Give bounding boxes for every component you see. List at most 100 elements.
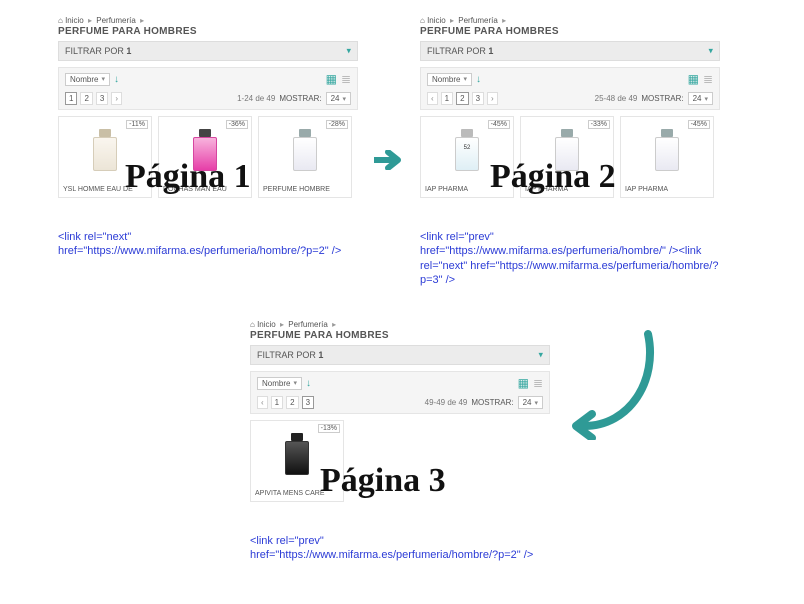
home-icon: ⌂ (58, 16, 63, 25)
discount-badge: -45% (488, 120, 510, 129)
per-page-value: 24 (331, 94, 340, 103)
breadcrumb-home[interactable]: Inicio (257, 320, 276, 329)
sort-label: Nombre (70, 75, 98, 84)
discount-badge: -33% (588, 120, 610, 129)
breadcrumb: ⌂ Inicio ▸ Perfumería ▸ (420, 16, 720, 25)
page-1-link[interactable]: 1 (65, 92, 77, 105)
results-count: 49-49 de 49 (425, 398, 468, 407)
page-3-link[interactable]: 3 (472, 92, 484, 105)
page-3-link[interactable]: 3 (96, 92, 108, 105)
page-title: PERFUME PARA HOMBRES (420, 26, 720, 37)
page-2-link[interactable]: 2 (286, 396, 298, 409)
product-card[interactable]: -45% IAP PHARMA (620, 116, 714, 198)
filter-count: 1 (488, 46, 493, 56)
page-1-link[interactable]: 1 (441, 92, 453, 105)
home-icon: ⌂ (420, 16, 425, 25)
prev-page-icon[interactable]: ‹ (257, 396, 268, 409)
sort-select[interactable]: Nombre ▾ (257, 377, 302, 390)
list-view-icon[interactable]: ≣ (533, 376, 543, 390)
grid-view-icon[interactable]: ▦ (688, 72, 699, 86)
bottle-label: 52 (454, 145, 480, 151)
grid-view-icon[interactable]: ▦ (326, 72, 337, 86)
per-page-select[interactable]: 24 ▾ (326, 92, 351, 105)
filter-count: 1 (126, 46, 131, 56)
discount-badge: -45% (688, 120, 710, 129)
next-page-icon[interactable]: › (487, 92, 498, 105)
list-view-icon[interactable]: ≣ (341, 72, 351, 86)
grid-view-icon[interactable]: ▦ (518, 376, 529, 390)
product-image (261, 121, 349, 181)
show-label: MOSTRAR: (279, 94, 321, 103)
sort-select[interactable]: Nombre ▾ (65, 73, 110, 86)
chevron-right-icon: ▸ (140, 16, 144, 25)
list-view-icon[interactable]: ≣ (703, 72, 713, 86)
per-page-select[interactable]: 24 ▾ (688, 92, 713, 105)
breadcrumb-cat[interactable]: Perfumería (458, 16, 498, 25)
caret-icon: ▾ (534, 399, 538, 407)
caret-icon: ▾ (342, 95, 346, 103)
code-page-2: <link rel="prev" href="https://www.mifar… (420, 230, 720, 287)
pager: ‹ 1 2 3 (257, 396, 314, 409)
filter-label: FILTRAR POR (427, 46, 486, 56)
filter-bar[interactable]: FILTRAR POR 1 ▾ (420, 41, 720, 61)
show-label: MOSTRAR: (471, 398, 513, 407)
home-icon: ⌂ (250, 320, 255, 329)
discount-badge: -11% (126, 120, 148, 129)
breadcrumb: ⌂ Inicio ▸ Perfumería ▸ (58, 16, 358, 25)
filter-count: 1 (318, 350, 323, 360)
code-page-1: <link rel="next" href="https://www.mifar… (58, 230, 358, 259)
page-1-link[interactable]: 1 (271, 396, 283, 409)
breadcrumb: ⌂ Inicio ▸ Perfumería ▸ (250, 320, 550, 329)
toolbar: Nombre ▾ ↓ ▦ ≣ ‹ 1 2 3 › 25-48 de 49 MOS… (420, 67, 720, 110)
show-label: MOSTRAR: (641, 94, 683, 103)
breadcrumb-home[interactable]: Inicio (427, 16, 446, 25)
prev-page-icon[interactable]: ‹ (427, 92, 438, 105)
breadcrumb-home[interactable]: Inicio (65, 16, 84, 25)
overlay-page-1: Página 1 (125, 158, 251, 196)
chevron-down-icon: ▾ (346, 46, 351, 57)
page-3-link[interactable]: 3 (302, 396, 314, 409)
caret-icon: ▾ (101, 75, 105, 83)
product-image (623, 121, 711, 181)
pager: 1 2 3 › (65, 92, 122, 105)
results-count: 1-24 de 49 (237, 94, 275, 103)
caret-icon: ▾ (704, 95, 708, 103)
sort-select[interactable]: Nombre ▾ (427, 73, 472, 86)
sort-direction-icon[interactable]: ↓ (306, 378, 311, 389)
toolbar: Nombre ▾ ↓ ▦ ≣ ‹ 1 2 3 49-49 de 49 MOSTR… (250, 371, 550, 414)
page-2-link[interactable]: 2 (80, 92, 92, 105)
overlay-page-3: Página 3 (320, 462, 446, 500)
product-card[interactable]: -28% PERFUME HOMBRE (258, 116, 352, 198)
discount-badge: -13% (318, 424, 340, 433)
discount-badge: -36% (226, 120, 248, 129)
overlay-page-2: Página 2 (490, 158, 616, 196)
filter-bar[interactable]: FILTRAR POR 1 ▾ (250, 345, 550, 365)
filter-bar[interactable]: FILTRAR POR 1 ▾ (58, 41, 358, 61)
next-page-icon[interactable]: › (111, 92, 122, 105)
page-2-link[interactable]: 2 (456, 92, 468, 105)
page-title: PERFUME PARA HOMBRES (250, 330, 550, 341)
chevron-right-icon: ▸ (450, 16, 454, 25)
product-name: IAP PHARMA (623, 184, 711, 195)
chevron-right-icon: ▸ (88, 16, 92, 25)
chevron-right-icon: ▸ (332, 320, 336, 329)
sort-direction-icon[interactable]: ↓ (114, 74, 119, 85)
toolbar: Nombre ▾ ↓ ▦ ≣ 1 2 3 › 1-24 de 49 MOSTRA… (58, 67, 358, 110)
pager: ‹ 1 2 3 › (427, 92, 498, 105)
page-title: PERFUME PARA HOMBRES (58, 26, 358, 37)
code-page-3: <link rel="prev" href="https://www.mifar… (250, 534, 550, 563)
caret-icon: ▾ (293, 379, 297, 387)
arrow-curve-icon (570, 330, 660, 440)
breadcrumb-cat[interactable]: Perfumería (96, 16, 136, 25)
breadcrumb-cat[interactable]: Perfumería (288, 320, 328, 329)
sort-label: Nombre (432, 75, 460, 84)
product-name: PERFUME HOMBRE (261, 184, 349, 195)
sort-direction-icon[interactable]: ↓ (476, 74, 481, 85)
arrow-right-icon (374, 150, 408, 170)
chevron-right-icon: ▸ (280, 320, 284, 329)
filter-label: FILTRAR POR (257, 350, 316, 360)
results-count: 25-48 de 49 (595, 94, 638, 103)
per-page-select[interactable]: 24 ▾ (518, 396, 543, 409)
chevron-right-icon: ▸ (502, 16, 506, 25)
sort-label: Nombre (262, 379, 290, 388)
